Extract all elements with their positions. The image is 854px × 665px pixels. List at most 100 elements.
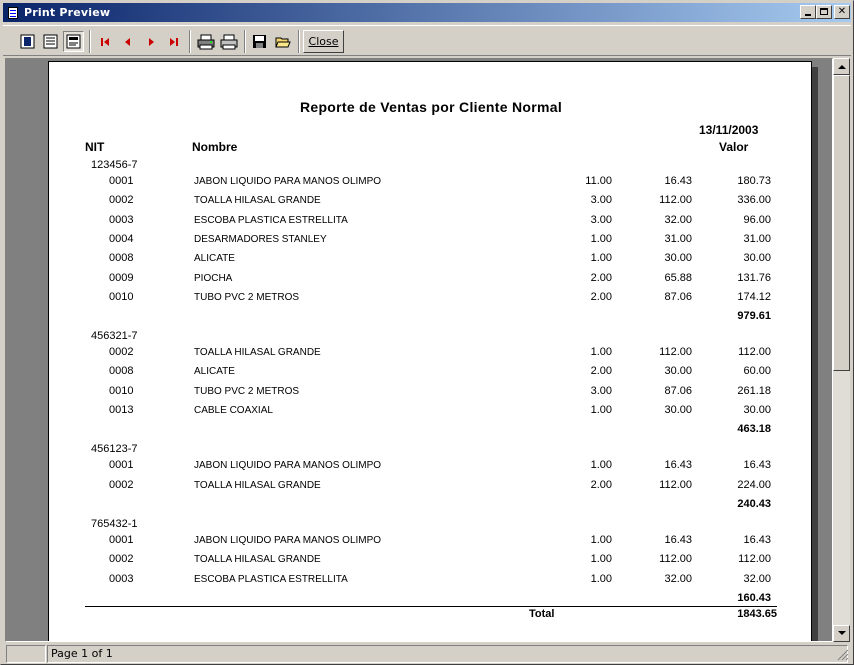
window-title: Print Preview	[24, 6, 111, 19]
row-qty: 1.00	[590, 404, 612, 416]
group-subtotal: 240.43	[737, 497, 771, 510]
previous-page-icon	[124, 37, 130, 46]
row-value: 336.00	[737, 194, 771, 207]
row-value: 32.00	[743, 572, 771, 585]
row-value: 30.00	[743, 252, 771, 265]
first-page-button[interactable]	[94, 31, 115, 52]
row-code: 0013	[109, 404, 134, 416]
print-button[interactable]	[218, 31, 239, 52]
next-page-button[interactable]	[140, 31, 161, 52]
row-value: 131.76	[737, 271, 771, 284]
row-code: 0010	[109, 290, 134, 303]
print-preview-window: Print Preview ✕ Close Reporte de Ventas …	[0, 0, 854, 665]
group-nit: 765432-1	[91, 517, 138, 530]
row-value: 224.00	[737, 478, 771, 491]
header-nombre: Nombre	[192, 140, 238, 154]
zoom-100-button[interactable]	[63, 31, 84, 52]
row-value: 96.00	[743, 213, 771, 226]
row-qty: 2.00	[590, 271, 612, 284]
page-width-button[interactable]	[40, 31, 61, 52]
title-bar[interactable]: Print Preview ✕	[3, 3, 851, 22]
row-name: JABON LIQUIDO PARA MANOS OLIMPO	[194, 534, 382, 546]
row-price: 87.06	[664, 290, 692, 303]
row-qty: 1.00	[590, 252, 612, 265]
row-name: TOALLA HILASAL GRANDE	[194, 479, 321, 491]
first-page-icon	[100, 37, 109, 46]
printer-setup-button[interactable]	[195, 31, 216, 52]
row-name: JABON LIQUIDO PARA MANOS OLIMPO	[194, 460, 382, 472]
row-name: CABLE COAXIAL	[194, 405, 273, 416]
scroll-down-arrow-icon	[837, 631, 846, 635]
status-bar: Page 1 of 1	[3, 644, 851, 663]
row-name: DESARMADORES STANLEY	[194, 233, 327, 245]
row-code: 0002	[109, 194, 134, 207]
preview-area[interactable]: Reporte de Ventas por Cliente Normal 13/1…	[5, 58, 833, 642]
print-preview-icon	[6, 6, 20, 20]
row-price: 87.06	[664, 384, 692, 397]
row-name: TUBO PVC 2 METROS	[194, 385, 300, 397]
minimize-button[interactable]	[800, 5, 816, 19]
close-button[interactable]: Close	[303, 30, 344, 53]
row-price: 31.00	[664, 232, 692, 245]
row-qty: 11.00	[585, 175, 612, 187]
row-code: 0008	[109, 252, 134, 265]
row-qty: 3.00	[590, 194, 612, 207]
printer-setup-icon	[197, 34, 214, 49]
row-value: 16.43	[743, 459, 771, 472]
row-price: 32.00	[664, 213, 692, 226]
row-code: 0001	[109, 175, 134, 187]
group-nit: 456123-7	[91, 443, 138, 456]
report-date: 13/11/2003	[699, 123, 759, 137]
row-qty: 1.00	[590, 533, 612, 546]
save-button[interactable]	[249, 31, 270, 52]
group-nit: 123456-7	[91, 159, 138, 171]
row-name: ALICATE	[194, 366, 235, 378]
header-nit: NIT	[85, 140, 105, 154]
row-price: 30.00	[664, 365, 692, 378]
next-page-icon	[148, 37, 154, 46]
scroll-up-arrow-icon	[837, 65, 846, 69]
whole-page-button[interactable]	[17, 31, 38, 52]
total-rule	[85, 606, 777, 607]
row-qty: 2.00	[590, 478, 612, 491]
scroll-down-button[interactable]	[833, 625, 850, 642]
row-value: 16.43	[743, 533, 771, 546]
row-price: 32.00	[664, 572, 692, 585]
total-value: 1843.65	[737, 608, 777, 620]
open-button[interactable]	[272, 31, 293, 52]
row-price: 30.00	[664, 404, 692, 416]
row-price: 112.00	[659, 478, 692, 491]
row-qty: 1.00	[590, 572, 612, 585]
vertical-scrollbar[interactable]	[833, 58, 850, 642]
row-code: 0001	[109, 533, 134, 546]
group-subtotal: 463.18	[737, 423, 771, 436]
row-code: 0001	[109, 459, 134, 472]
row-code: 0002	[109, 346, 134, 359]
resize-grip-icon[interactable]	[836, 648, 849, 661]
row-code: 0003	[109, 572, 134, 585]
close-window-button[interactable]: ✕	[834, 5, 850, 19]
row-qty: 1.00	[590, 232, 612, 245]
row-price: 112.00	[659, 346, 692, 359]
last-page-icon	[169, 37, 178, 46]
status-panel-empty	[6, 645, 46, 663]
printer-icon	[220, 34, 237, 49]
previous-page-button[interactable]	[117, 31, 138, 52]
maximize-button[interactable]	[816, 5, 832, 19]
row-name: TOALLA HILASAL GRANDE	[194, 554, 321, 566]
total-label: Total	[529, 608, 555, 620]
scroll-thumb[interactable]	[833, 75, 850, 371]
row-qty: 1.00	[590, 459, 612, 472]
row-code: 0002	[109, 553, 134, 566]
scroll-up-button[interactable]	[833, 58, 850, 75]
row-qty: 1.00	[590, 553, 612, 566]
row-qty: 1.00	[590, 346, 612, 359]
row-qty: 2.00	[590, 290, 612, 303]
last-page-button[interactable]	[163, 31, 184, 52]
row-code: 0008	[109, 365, 134, 378]
row-value: 60.00	[743, 365, 771, 378]
row-value: 112.00	[738, 346, 771, 359]
whole-page-icon	[20, 34, 35, 49]
zoom-100-icon	[66, 34, 81, 49]
row-value: 174.12	[737, 290, 771, 303]
